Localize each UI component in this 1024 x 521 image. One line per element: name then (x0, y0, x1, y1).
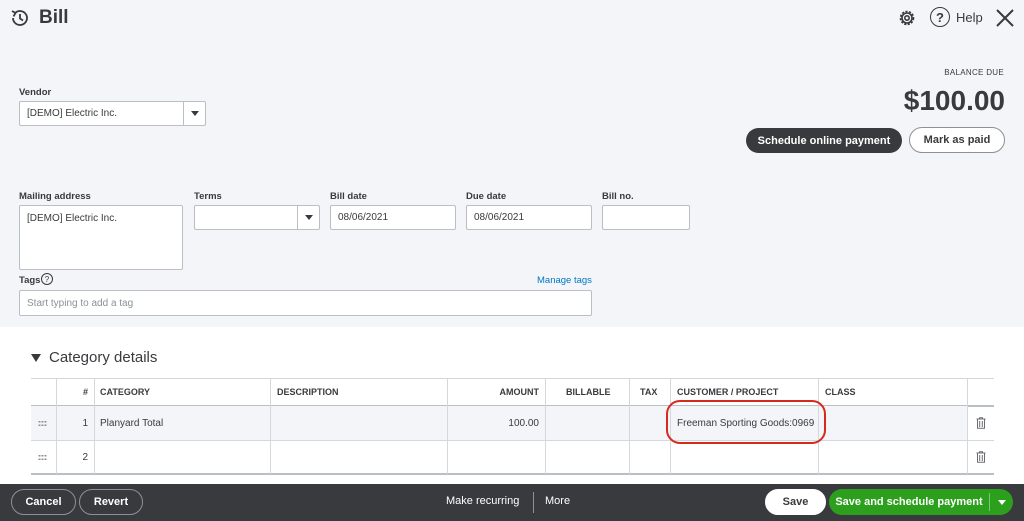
vendor-value: [DEMO] Electric Inc. (27, 108, 118, 119)
make-recurring-link[interactable]: Make recurring (446, 495, 519, 507)
more-link[interactable]: More (545, 495, 570, 507)
chevron-down-icon (304, 215, 313, 220)
col-header-category: CATEGORY (100, 386, 151, 397)
row-1-description[interactable] (271, 406, 447, 440)
manage-tags-link[interactable]: Manage tags (537, 275, 592, 286)
trash-icon[interactable] (976, 417, 986, 429)
save-and-schedule-payment-button[interactable]: Save and schedule payment (829, 489, 1013, 515)
col-header-description: DESCRIPTION (277, 386, 339, 397)
terms-label: Terms (194, 191, 222, 202)
mailing-address-field[interactable]: [DEMO] Electric Inc. (19, 205, 183, 270)
col-separator (967, 378, 968, 474)
chevron-down-icon (997, 499, 1006, 505)
col-header-billable: BILLABLE (566, 386, 611, 397)
col-header-class: CLASS (825, 386, 856, 397)
close-icon[interactable] (994, 7, 1016, 29)
drag-handle-icon[interactable] (38, 454, 47, 461)
recent-history-icon[interactable] (9, 7, 31, 29)
drag-handle-icon[interactable] (38, 420, 47, 427)
balance-due-label: BALANCE DUE (944, 68, 1004, 77)
row-2-customer-project[interactable] (671, 441, 818, 473)
collapse-triangle-icon (31, 353, 41, 362)
bill-no-label: Bill no. (602, 191, 634, 202)
chevron-down-icon (190, 111, 199, 116)
help-button[interactable]: ? Help (930, 7, 983, 27)
row-1-tax[interactable] (630, 406, 670, 440)
schedule-online-payment-button[interactable]: Schedule online payment (746, 128, 902, 153)
footer-divider (533, 492, 534, 513)
row-2-amount[interactable] (448, 441, 539, 473)
row-1-billable[interactable] (546, 406, 629, 440)
row-1-category[interactable]: Planyard Total (95, 406, 270, 440)
save-options-dropdown[interactable] (990, 499, 1013, 505)
row-1-class[interactable] (819, 406, 967, 440)
tags-help-icon[interactable]: ? (41, 273, 53, 285)
bill-form-area (0, 0, 1024, 327)
cancel-button[interactable]: Cancel (11, 489, 76, 515)
row-1-amount[interactable]: 100.00 (448, 406, 539, 440)
col-header-tax: TAX (640, 386, 658, 397)
tags-label: Tags (19, 275, 41, 286)
mark-as-paid-button[interactable]: Mark as paid (909, 127, 1005, 153)
tags-placeholder: Start typing to add a tag (27, 297, 134, 309)
highlight-annotation (666, 400, 826, 444)
col-header-amount: AMOUNT (499, 386, 540, 397)
bill-no-field[interactable] (602, 205, 690, 230)
due-date-field[interactable]: 08/06/2021 (466, 205, 592, 230)
balance-due-amount: $100.00 (903, 85, 1005, 116)
tags-input[interactable]: Start typing to add a tag (19, 290, 592, 316)
save-button[interactable]: Save (765, 489, 826, 515)
trash-icon[interactable] (976, 451, 986, 463)
revert-button[interactable]: Revert (79, 489, 143, 515)
due-date-label: Due date (466, 191, 507, 202)
row-2-category[interactable] (95, 441, 270, 473)
help-label: Help (956, 9, 983, 25)
category-details-title: Category details (49, 349, 158, 366)
vendor-select[interactable]: [DEMO] Electric Inc. (19, 101, 206, 126)
footer-bar: Cancel Revert Make recurring More Save S… (0, 484, 1024, 521)
mailing-address-value: [DEMO] Electric Inc. (27, 213, 118, 224)
help-icon: ? (930, 7, 950, 27)
bill-date-value: 08/06/2021 (338, 212, 389, 223)
grid-bottom-border (31, 473, 994, 475)
row-2-description[interactable] (271, 441, 447, 473)
mailing-address-label: Mailing address (19, 191, 91, 202)
vendor-label: Vendor (19, 87, 52, 98)
save-and-schedule-payment-label: Save and schedule payment (835, 496, 983, 508)
row-2-num: 2 (82, 451, 88, 463)
vendor-dropdown-toggle[interactable] (183, 102, 205, 125)
bill-date-label: Bill date (330, 191, 367, 202)
due-date-value: 08/06/2021 (474, 212, 525, 223)
bill-date-field[interactable]: 08/06/2021 (330, 205, 456, 230)
terms-dropdown-toggle[interactable] (297, 206, 319, 229)
gear-icon[interactable] (896, 7, 918, 29)
row-1-num: 1 (82, 417, 88, 429)
row-2-class[interactable] (819, 441, 967, 473)
terms-select[interactable] (194, 205, 320, 230)
col-header-num: # (82, 386, 88, 397)
page-title: Bill (39, 7, 69, 28)
category-details-toggle[interactable]: Category details (31, 349, 157, 366)
